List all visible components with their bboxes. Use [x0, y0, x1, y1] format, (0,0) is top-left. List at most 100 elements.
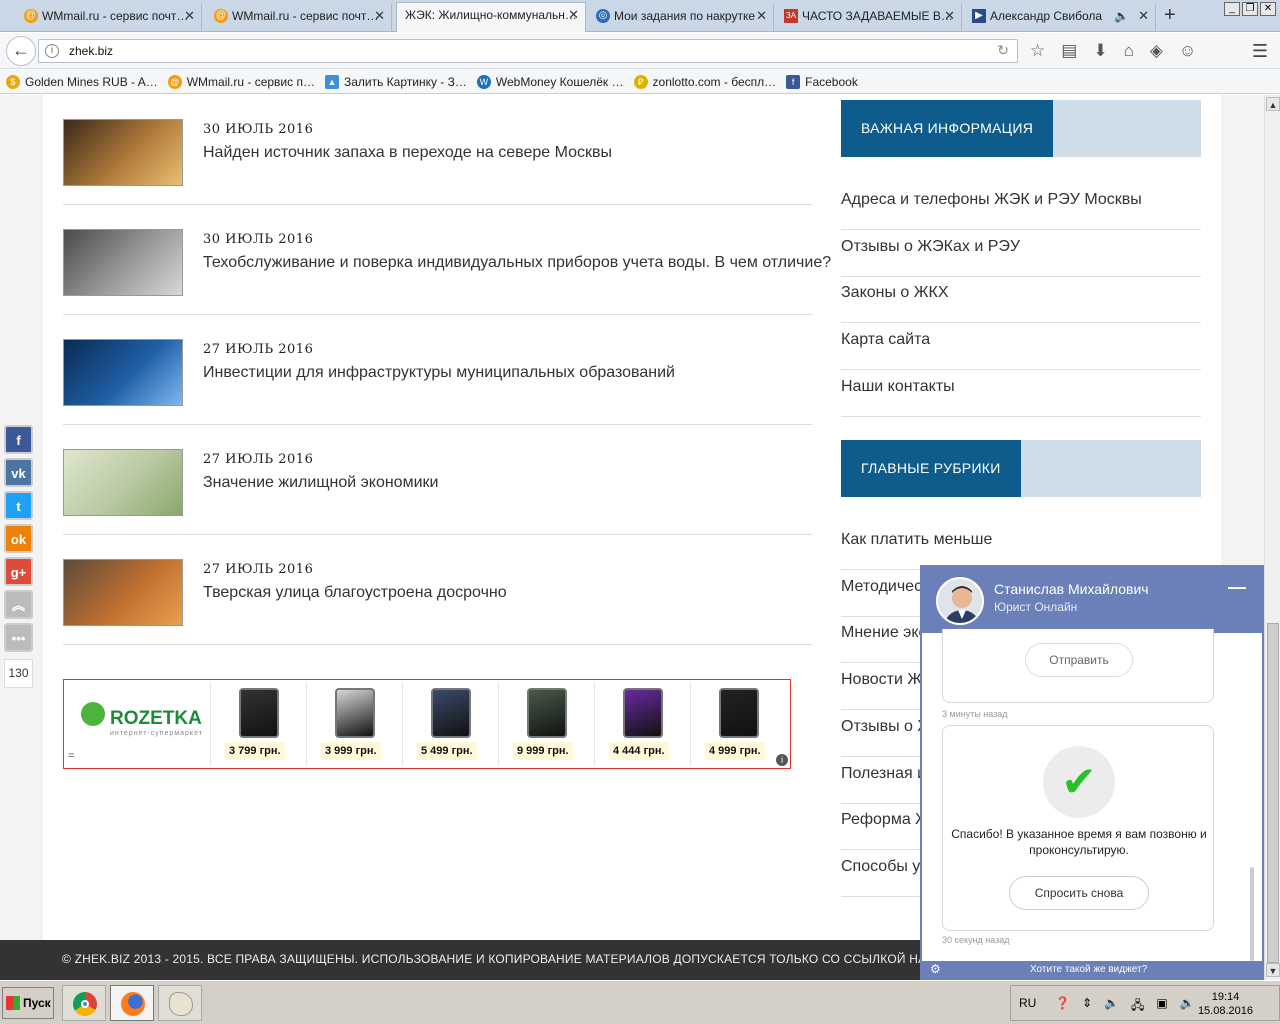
taskbar-paint[interactable] — [158, 985, 202, 1021]
ad-product[interactable]: 5 499 грн. — [402, 682, 498, 766]
sidebar-link[interactable]: Адреса и телефоны ЖЭК и РЭУ Москвы — [841, 183, 1201, 230]
chat-scrollbar[interactable] — [1250, 867, 1254, 961]
home-icon[interactable]: ⌂ — [1124, 41, 1134, 61]
ad-product[interactable]: 4 444 грн. — [594, 682, 690, 766]
new-tab-button[interactable]: + — [1164, 4, 1176, 27]
url-text[interactable]: zhek.biz — [69, 44, 113, 58]
sound-icon[interactable]: 🔉 — [1180, 996, 1195, 1017]
minimize-icon[interactable]: — — [1228, 577, 1246, 598]
news-item[interactable]: 30 ИЮЛЬ 2016 Найден источник запаха в пер… — [63, 95, 812, 205]
ad-product[interactable]: 4 999 грн. — [690, 682, 786, 766]
tab-title: WMmail.ru - сервис почт… — [232, 9, 379, 23]
bookmark-zonlotto[interactable]: ₽ zonlotto.com - беспл… — [633, 74, 776, 89]
news-thumbnail[interactable] — [63, 559, 183, 626]
want-widget-link[interactable]: Хотите такой же виджет? — [1030, 961, 1147, 978]
start-button[interactable]: Пуск — [2, 987, 54, 1019]
bookmark-star-icon[interactable]: ☆ — [1030, 41, 1045, 61]
news-title-link[interactable]: Инвестиции для инфраструктуры муниципаль… — [203, 364, 675, 382]
ad-product[interactable]: 3 799 грн. — [210, 682, 306, 766]
ad-product[interactable]: 3 999 грн. — [306, 682, 402, 766]
more-share-icon[interactable]: ••• — [4, 623, 33, 652]
sidebar-link[interactable]: Как платить меньше — [841, 523, 1201, 570]
menu-icon[interactable]: ☰ — [1252, 41, 1268, 62]
scroll-down-arrow[interactable]: ▼ — [1266, 963, 1280, 977]
vk-share-icon[interactable]: vk — [4, 458, 33, 487]
network-icon[interactable]: 🖧 — [1131, 996, 1144, 1017]
bookmark-facebook[interactable]: f Facebook — [786, 74, 858, 89]
copyright-text: © ZHEK.BIZ 2013 - 2015. ВСЕ ПРАВА ЗАЩИЩЕ… — [62, 952, 997, 966]
facebook-share-icon[interactable]: f — [4, 425, 33, 454]
bookmark-upload-image[interactable]: ▲ Залить Картинку - З… — [324, 74, 467, 89]
close-icon[interactable]: ✕ — [944, 4, 955, 28]
news-title-link[interactable]: Значение жилищной экономики — [203, 474, 438, 492]
close-icon[interactable]: ✕ — [1138, 4, 1149, 28]
info-icon[interactable]: i — [45, 44, 59, 58]
close-icon[interactable]: ✕ — [756, 4, 767, 28]
scroll-up-share-icon[interactable]: ︽ — [4, 590, 33, 619]
sidebar-link[interactable]: Законы о ЖКХ — [841, 276, 1201, 324]
ad-menu-icon[interactable]: = — [68, 750, 74, 762]
help-icon[interactable]: ❓ — [1055, 996, 1070, 1017]
tab-title: Александр Свибола — [990, 9, 1103, 23]
news-title-link[interactable]: Техобслуживание и поверка индивидуальных… — [203, 254, 831, 272]
news-thumbnail[interactable] — [63, 449, 183, 516]
close-window-button[interactable]: ✕ — [1260, 2, 1276, 16]
volume-icon[interactable]: 🔈 — [1104, 996, 1119, 1017]
news-item[interactable]: 27 ИЮЛЬ 2016 Значение жилищной экономики — [63, 425, 812, 535]
page-scrollbar[interactable]: ▲ ▼ — [1264, 95, 1280, 980]
restore-button[interactable]: ❐ — [1242, 2, 1258, 16]
sidebar-link[interactable]: Карта сайта — [841, 323, 1201, 371]
ad-product[interactable]: 9 999 грн. — [498, 682, 594, 766]
tab-wmmail-2[interactable]: @ WMmail.ru - сервис почт… ✕ — [208, 4, 392, 32]
bookmark-webmoney[interactable]: W WebMoney Кошелёк … — [476, 74, 624, 89]
close-icon[interactable]: ✕ — [374, 4, 385, 28]
taskbar-firefox[interactable] — [110, 985, 154, 1021]
ad-info-icon[interactable]: i — [776, 754, 788, 766]
back-button[interactable]: ← — [6, 36, 36, 66]
close-icon[interactable]: ✕ — [184, 4, 195, 28]
clock[interactable]: 19:14 15.08.2016 — [1198, 990, 1253, 1018]
news-title-link[interactable]: Найден источник запаха в переходе на сев… — [203, 144, 612, 162]
news-thumbnail[interactable] — [63, 119, 183, 186]
scroll-thumb[interactable] — [1267, 623, 1279, 963]
news-item[interactable]: 27 ИЮЛЬ 2016 Инвестиции для инфраструктур… — [63, 315, 812, 425]
scroll-up-arrow[interactable]: ▲ — [1266, 97, 1280, 111]
tab-faq[interactable]: ЗА ЧАСТО ЗАДАВАЕМЫЕ В… ✕ — [778, 4, 962, 32]
close-icon[interactable]: ✕ — [568, 3, 579, 27]
sidebar-link[interactable]: Наши контакты — [841, 370, 1201, 417]
news-item[interactable]: 27 ИЮЛЬ 2016 Тверская улица благоустроена… — [63, 535, 812, 645]
chat-footer: ⚙ Хотите такой же виджет? — [922, 961, 1262, 978]
speaker-icon[interactable]: 🔈 — [1114, 4, 1129, 28]
arrow-icon[interactable]: ⇕ — [1082, 996, 1092, 1017]
gear-icon[interactable]: ⚙ — [930, 961, 941, 978]
reload-icon[interactable]: ↻ — [997, 42, 1009, 59]
language-indicator[interactable]: RU — [1019, 996, 1036, 1010]
bookmark-golden-mines[interactable]: $ Golden Mines RUB - A… — [6, 74, 158, 89]
reading-list-icon[interactable]: ▤ — [1061, 41, 1077, 61]
minimize-button[interactable]: _ — [1224, 2, 1240, 16]
rozetka-logo[interactable]: ROZETKA интернет-супермаркет — [81, 702, 203, 737]
monitor-icon[interactable]: ▣ — [1156, 996, 1167, 1017]
url-bar[interactable]: i zhek.biz ↻ — [38, 39, 1018, 63]
google-plus-share-icon[interactable]: g+ — [4, 557, 33, 586]
taskbar-chrome[interactable] — [62, 985, 106, 1021]
download-icon[interactable]: ⬇ — [1093, 41, 1107, 61]
news-thumbnail[interactable] — [63, 229, 183, 296]
news-title-link[interactable]: Тверская улица благоустроена досрочно — [203, 584, 507, 602]
news-thumbnail[interactable] — [63, 339, 183, 406]
twitter-share-icon[interactable]: t — [4, 491, 33, 520]
tab-video[interactable]: ▶ Александр Свибола 🔈 ✕ — [966, 4, 1156, 32]
odnoklassniki-share-icon[interactable]: ok — [4, 524, 33, 553]
rozetka-ad[interactable]: ROZETKA интернет-супермаркет = 3 799 грн… — [63, 679, 791, 769]
ask-again-button[interactable]: Спросить снова — [1009, 876, 1149, 910]
sidebar-link[interactable]: Отзывы о ЖЭКах и РЭУ — [841, 230, 1201, 277]
send-button[interactable]: Отправить — [1025, 643, 1133, 677]
bookmark-wmmail[interactable]: @ WMmail.ru - сервис п… — [167, 74, 315, 89]
tab-zhek[interactable]: ЖЭК: Жилищно-коммунальн… ✕ — [396, 2, 586, 32]
news-date: 27 ИЮЛЬ 2016 — [203, 562, 314, 577]
news-item[interactable]: 30 ИЮЛЬ 2016 Техобслуживание и поверка ин… — [63, 205, 831, 315]
tab-wmmail-1[interactable]: @ WMmail.ru - сервис почт… ✕ — [18, 4, 202, 32]
pocket-icon[interactable]: ◈ — [1150, 41, 1163, 61]
chat-icon[interactable]: ☺ — [1179, 41, 1196, 61]
tab-tasks[interactable]: ◎ Мои задания по накрутке ✕ — [590, 4, 774, 32]
